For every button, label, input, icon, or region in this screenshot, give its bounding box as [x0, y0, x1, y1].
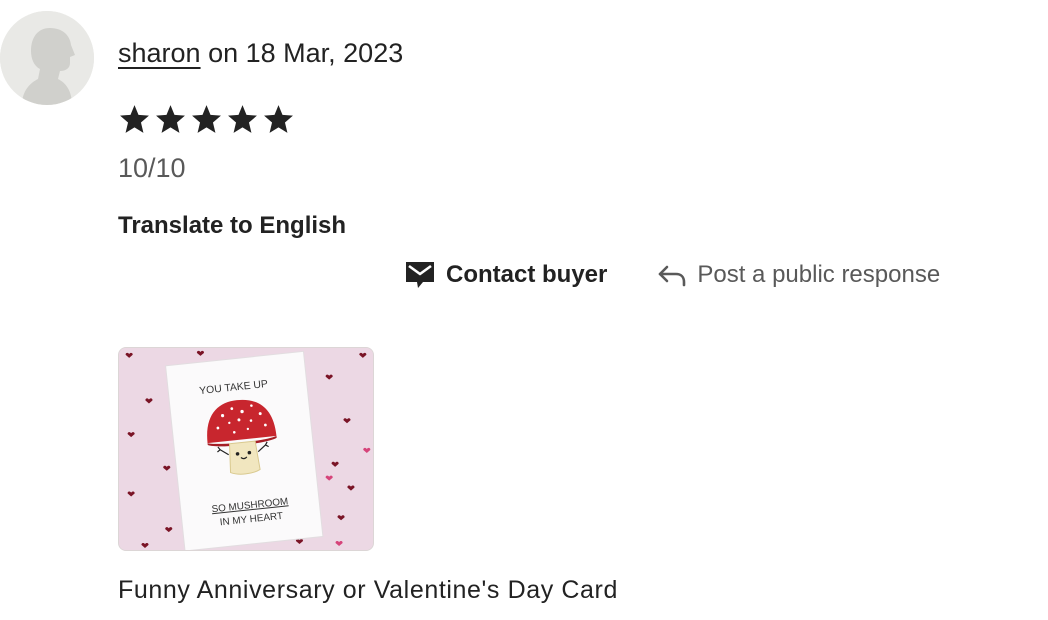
review-text: 10/10 [118, 153, 186, 183]
avatar-silhouette-icon [0, 11, 94, 105]
post-public-response-button[interactable]: Post a public response [657, 256, 940, 294]
listing-thumbnail[interactable]: YOU TAKE UP SO MUSHROOM IN MY HEART [118, 347, 374, 551]
review-actions: Contact buyer Post a public response [404, 255, 940, 295]
review-date: on 18 Mar, 2023 [208, 38, 404, 68]
contact-buyer-label: Contact buyer [446, 261, 608, 288]
translate-button[interactable]: Translate to English [118, 207, 346, 245]
star-icon [120, 105, 149, 133]
listing-title[interactable]: Funny Anniversary or Valentine's Day Car… [118, 571, 618, 609]
post-public-response-label: Post a public response [697, 261, 941, 288]
star-icon [192, 105, 221, 133]
review-item: sharon on 18 Mar, 2023 10/10 Translate t… [0, 0, 1048, 620]
contact-buyer-button[interactable]: Contact buyer [404, 256, 607, 294]
greeting-card: YOU TAKE UP SO MUSHROOM IN MY HEART [165, 350, 324, 550]
message-icon [404, 260, 436, 290]
star-icon [228, 105, 257, 133]
listing-photo: YOU TAKE UP SO MUSHROOM IN MY HEART [119, 348, 373, 550]
star-icon [156, 105, 185, 133]
star-icon [264, 105, 293, 133]
reviewer-avatar[interactable] [0, 11, 94, 105]
reviewer-name-link[interactable]: sharon [118, 38, 201, 68]
review-header: sharon on 18 Mar, 2023 [118, 34, 403, 72]
star-rating [118, 103, 295, 136]
reply-arrow-icon [657, 262, 687, 288]
